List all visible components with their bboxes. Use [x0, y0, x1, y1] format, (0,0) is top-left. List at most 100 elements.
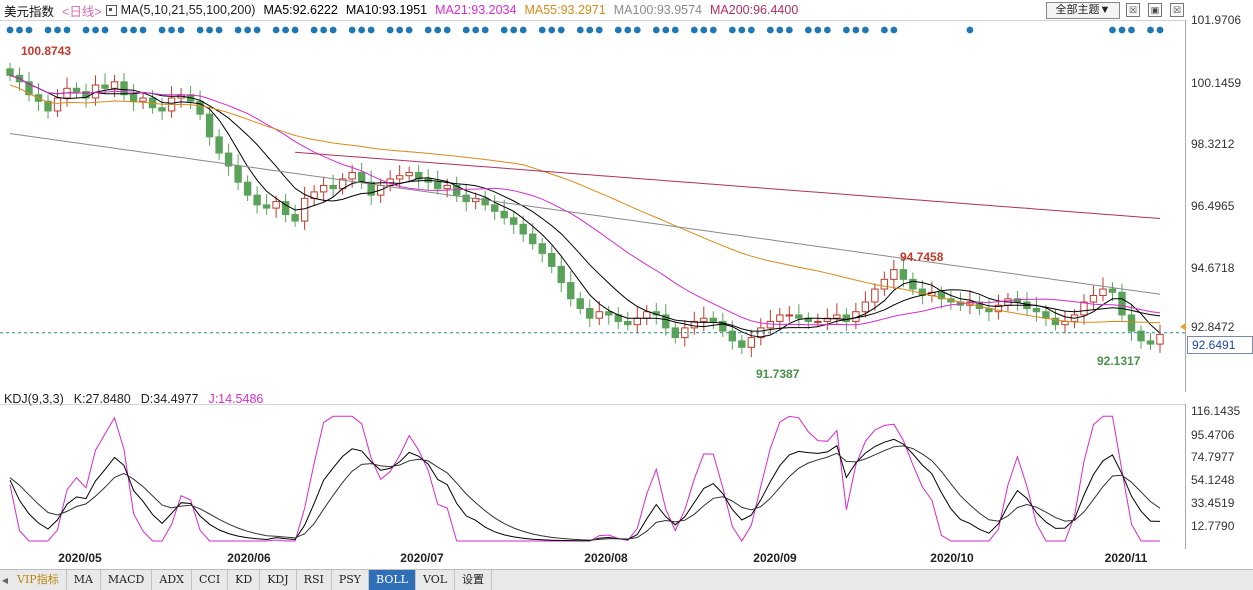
event-dot [434, 26, 442, 34]
event-dot [54, 26, 61, 34]
candle-up [272, 201, 280, 209]
price-axis: 101.9706 100.1459 98.3212 96.4965 94.671… [1186, 0, 1253, 392]
event-dot [177, 26, 185, 34]
candle-down [72, 87, 81, 93]
event-dot [709, 26, 717, 34]
event-dot [823, 26, 831, 34]
tab-rsi[interactable]: RSI [297, 570, 332, 590]
event-dot [472, 26, 480, 34]
kdj-d-line [9, 445, 1161, 541]
candle-down [586, 307, 594, 319]
candle-up [300, 197, 309, 222]
high-annotation: 100.8743 [21, 44, 72, 58]
kdj-tick: 95.4706 [1191, 428, 1235, 442]
event-dot [16, 26, 23, 34]
tab-adx[interactable]: ADX [152, 570, 192, 590]
ma-params: MA(5,10,21,55,100,200) [120, 3, 256, 17]
event-dot [1109, 26, 1116, 34]
candle-up [319, 184, 328, 193]
event-dot [6, 26, 14, 34]
close-icon[interactable]: ☒ [1126, 3, 1140, 17]
low-annotation: 92.1317 [1097, 354, 1141, 368]
event-dot [244, 26, 252, 34]
candle-up [643, 311, 651, 319]
low-annotation: 91.7387 [756, 367, 800, 381]
event-dot [500, 26, 508, 34]
period-selector[interactable]: <日线> [62, 1, 102, 20]
event-dot [253, 26, 261, 34]
tab-psy[interactable]: PSY [332, 570, 370, 590]
scroll-left-icon[interactable]: ◀ [0, 570, 10, 590]
tab-settings[interactable]: 设置 [455, 570, 493, 590]
maximize-icon[interactable]: ▣ [1148, 3, 1162, 17]
event-dot [291, 26, 299, 34]
candle-up [1156, 333, 1164, 345]
tab-ma[interactable]: MA [67, 570, 101, 590]
event-dot [966, 26, 974, 34]
event-dot [82, 26, 90, 34]
candle-down [262, 204, 271, 209]
candle-up [871, 288, 879, 303]
event-dot [557, 26, 565, 34]
date-label: 2020/05 [58, 551, 102, 565]
event-dot [282, 26, 290, 34]
event-dot [386, 26, 394, 34]
event-dot [405, 26, 413, 34]
price-chart[interactable] [0, 20, 1186, 392]
tab-vol[interactable]: VOL [416, 570, 456, 590]
candle-down [215, 136, 223, 154]
candle-up [110, 81, 119, 89]
date-label: 2020/09 [753, 551, 797, 565]
tab-kd[interactable]: KD [228, 570, 261, 590]
candle-up [861, 301, 870, 313]
candle-down [538, 243, 546, 254]
event-dot [443, 26, 451, 34]
event-dot [367, 26, 375, 34]
tab-macd[interactable]: MACD [101, 570, 153, 590]
close-panel-icon[interactable]: ☒ [1170, 3, 1184, 17]
theme-dropdown[interactable]: 全部主题▼ [1046, 2, 1120, 19]
candle-down [500, 210, 508, 219]
candle-down [234, 165, 242, 183]
candle-up [880, 278, 889, 290]
event-dot [139, 26, 147, 34]
kdj-tick: 116.1435 [1191, 404, 1241, 418]
candle-down [1118, 291, 1126, 316]
candle-down [6, 68, 14, 76]
candle-up [1080, 301, 1088, 316]
candle-down [205, 113, 214, 138]
candle-down [291, 214, 299, 222]
event-dot [614, 26, 622, 34]
event-dot [424, 26, 432, 34]
candle-down [909, 278, 917, 290]
tab-cci[interactable]: CCI [192, 570, 229, 590]
kdj-chart[interactable] [0, 404, 1186, 549]
event-dot [766, 26, 774, 34]
tab-boll[interactable]: BOLL [369, 570, 416, 590]
event-dot [481, 26, 489, 34]
chart-title: 美元指数 [4, 4, 55, 19]
kdj-j-line [9, 415, 1160, 542]
kdj-tick: 33.4519 [1191, 496, 1235, 510]
chart-header: 美元指数 <日线> MA(5,10,21,55,100,200) MA5:92.… [0, 0, 1186, 20]
settings-icon[interactable] [105, 4, 117, 16]
event-dot [785, 26, 793, 34]
price-tick: 96.4965 [1191, 199, 1235, 213]
candle-up [53, 97, 62, 112]
candle-down [567, 282, 575, 300]
event-dot [852, 26, 860, 34]
candle-down [101, 84, 109, 89]
candle-down [1146, 340, 1155, 345]
candle-down [253, 194, 261, 206]
date-label: 2020/08 [584, 551, 628, 565]
tab-vip[interactable]: VIP指标 [10, 570, 67, 590]
candle-down [158, 107, 166, 112]
candle-up [405, 171, 413, 177]
event-dot [586, 26, 594, 34]
tab-kdj[interactable]: KDJ [260, 570, 297, 590]
event-dot [25, 26, 33, 34]
event-dot [320, 26, 328, 34]
kdj-tick: 54.1248 [1191, 473, 1235, 487]
event-dot [776, 26, 784, 34]
event-dot [671, 26, 679, 34]
